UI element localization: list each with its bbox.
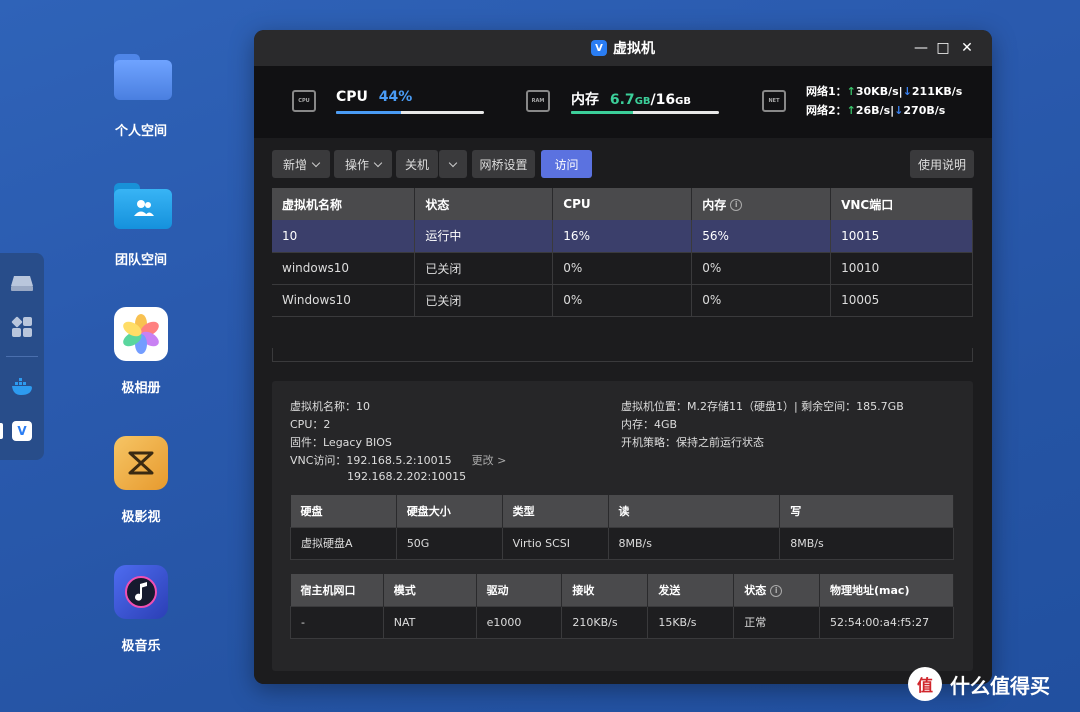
bridge-settings-button[interactable]: 网桥设置	[472, 150, 535, 178]
desktop-icon-video[interactable]: 极影视	[100, 436, 182, 525]
chevron-down-icon	[311, 158, 321, 167]
detail-memory: 内存：4GB	[621, 418, 678, 431]
desktop-icon-photos[interactable]: 极相册	[100, 307, 182, 396]
vm-app-icon[interactable]: V	[10, 419, 34, 443]
desktop-icon-label: 团队空间	[114, 253, 167, 268]
chevron-down-icon	[373, 158, 383, 167]
window-title: V 虚拟机	[591, 38, 655, 58]
folder-icon	[114, 50, 172, 104]
table-row[interactable]: 10 运行中 16% 56% 10015	[272, 220, 973, 253]
network-1-stat: 网络1：↑30KB/s|↓211KB/s	[806, 85, 963, 98]
maximize-button[interactable]: □	[930, 30, 956, 66]
detail-boot-policy: 开机策略：保持之前运行状态	[621, 436, 764, 449]
shutdown-dropdown-button[interactable]	[439, 150, 467, 178]
video-icon	[114, 436, 168, 490]
vm-detail-panel: 虚拟机名称：10 CPU：2 固件：Legacy BIOS VNC访问：192.…	[272, 381, 973, 671]
new-dropdown-button[interactable]: 新增	[272, 150, 330, 178]
cpu-chip-icon: CPU	[292, 90, 316, 112]
info-icon: i	[770, 584, 783, 597]
vnc-change-link[interactable]: 更改 >	[472, 454, 507, 467]
vm-window: V 虚拟机 — □ ✕ CPU CPU 44% RAM 内存 6.7GB/16G…	[254, 30, 992, 684]
net-chip-icon: NET	[762, 90, 786, 112]
apps-grid-icon[interactable]	[10, 315, 34, 339]
detail-firmware: 固件：Legacy BIOS	[290, 436, 392, 449]
info-icon: i	[730, 199, 743, 211]
desktop-icon-label: 极音乐	[121, 639, 161, 654]
table-header-row: 宿主机网口 模式 驱动 接收 发送 状态 i 物理地址(mac)	[290, 574, 954, 606]
cpu-stat: CPU 44%	[336, 89, 413, 105]
disk-table: 硬盘 硬盘大小 类型 读 写 虚拟硬盘A 50G Virtio SCSI 8MB…	[290, 495, 954, 560]
table-row[interactable]: windows10 已关闭 0% 0% 10010	[272, 252, 973, 285]
shutdown-button[interactable]: 关机	[396, 150, 438, 178]
title-bar[interactable]: V 虚拟机 — □ ✕	[254, 30, 992, 66]
drive-icon[interactable]	[10, 273, 34, 293]
resource-stats: CPU CPU 44% RAM 内存 6.7GB/16GB NET 网络1：↑3…	[254, 66, 992, 138]
detail-vnc: VNC访问：192.168.5.2:10015 更改 >	[290, 454, 507, 467]
close-button[interactable]: ✕	[954, 30, 980, 66]
desktop-icon-personal-space[interactable]: 个人空间	[100, 50, 182, 139]
smzdm-logo-icon: 值	[908, 667, 942, 701]
toolbar: 新增 操作 关机 网桥设置 访问 使用说明	[272, 150, 974, 178]
table-row[interactable]: Windows10 已关闭 0% 0% 10005	[272, 284, 973, 317]
col-header-status[interactable]: 状态	[414, 188, 554, 220]
vm-logo-icon: V	[591, 40, 607, 56]
docker-icon[interactable]	[10, 375, 34, 399]
table-row: - NAT e1000 210KB/s 15KB/s 正常 52:54:00:a…	[290, 605, 954, 639]
photos-icon	[114, 307, 168, 361]
desktop-icon-music[interactable]: 极音乐	[100, 565, 182, 654]
chevron-down-icon	[448, 158, 458, 167]
detail-cpu: CPU：2	[290, 418, 331, 431]
detail-name: 虚拟机名称：10	[290, 400, 370, 413]
desktop-icon-label: 个人空间	[114, 124, 167, 139]
vm-table: 虚拟机名称 状态 CPU 内存 i VNC端口 10 运行中 16% 56% 10…	[272, 188, 973, 317]
desktop-icon-label: 极影视	[121, 510, 161, 525]
music-icon	[114, 565, 168, 619]
help-button[interactable]: 使用说明	[910, 150, 974, 178]
ram-chip-icon: RAM	[526, 90, 550, 112]
visit-button[interactable]: 访问	[541, 150, 592, 178]
cpu-value: 44%	[378, 89, 413, 105]
table-header-row: 硬盘 硬盘大小 类型 读 写	[290, 495, 954, 527]
detail-location: 虚拟机位置：M.2存储11（硬盘1）| 剩余空间：185.7GB	[621, 400, 904, 413]
table-empty-space	[272, 348, 973, 362]
watermark-text: 什么值得买	[950, 673, 1050, 698]
desktop-icon-label: 极相册	[121, 381, 161, 396]
col-header-memory[interactable]: 内存 i	[691, 188, 832, 220]
memory-stat: 内存 6.7GB/16GB	[571, 92, 691, 108]
network-2-stat: 网络2：↑26B/s|↓270B/s	[806, 104, 946, 117]
team-folder-icon	[114, 179, 172, 233]
col-header-name[interactable]: 虚拟机名称	[272, 188, 416, 220]
action-dropdown-button[interactable]: 操作	[334, 150, 392, 178]
table-header-row: 虚拟机名称 状态 CPU 内存 i VNC端口	[272, 188, 973, 220]
memory-progress	[571, 111, 719, 114]
table-row: 虚拟硬盘A 50G Virtio SCSI 8MB/s 8MB/s	[290, 526, 954, 560]
side-dock: V	[0, 253, 44, 460]
desktop-icon-team-space[interactable]: 团队空间	[100, 179, 182, 268]
network-table: 宿主机网口 模式 驱动 接收 发送 状态 i 物理地址(mac) - NAT e1…	[290, 574, 954, 639]
active-indicator	[0, 423, 3, 439]
watermark: 值 什么值得买	[908, 667, 1050, 701]
col-header-cpu[interactable]: CPU	[552, 188, 693, 220]
main-content: 新增 操作 关机 网桥设置 访问 使用说明 虚拟机名称 状态 CPU 内存 i V…	[254, 138, 992, 684]
detail-vnc-2: 192.168.2.202:10015	[347, 470, 467, 483]
col-header-vnc[interactable]: VNC端口	[830, 188, 973, 220]
cpu-progress	[336, 111, 484, 114]
